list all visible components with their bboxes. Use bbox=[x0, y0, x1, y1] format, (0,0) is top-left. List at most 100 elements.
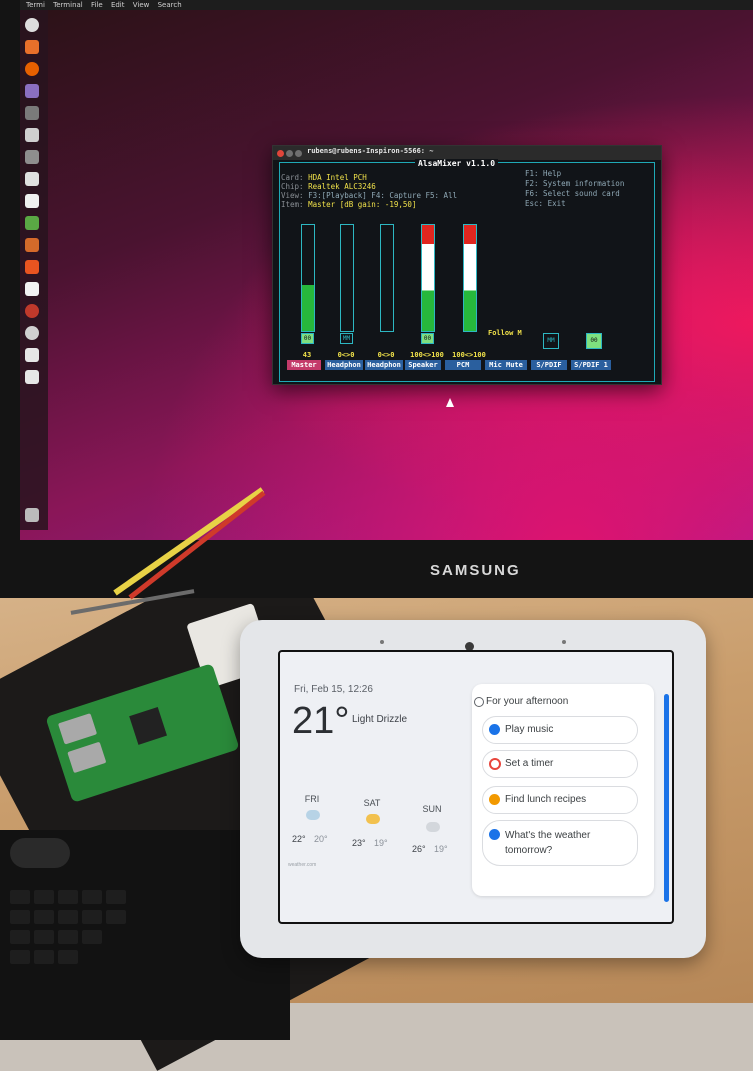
monitor: Termi Terminal File Edit View Search rub… bbox=[0, 0, 753, 598]
cpu-chip bbox=[129, 707, 167, 745]
mute-toggle[interactable]: 00 bbox=[301, 333, 314, 344]
info-value: Master [dB gain: -19,50] bbox=[308, 200, 417, 209]
update-icon[interactable] bbox=[25, 326, 39, 340]
suggestion-chip[interactable]: Find lunch recipes bbox=[482, 786, 638, 814]
minimize-icon[interactable] bbox=[286, 150, 293, 157]
mute-toggle[interactable]: MM bbox=[543, 333, 559, 349]
trash-icon[interactable] bbox=[25, 508, 39, 522]
scrollbar[interactable] bbox=[664, 694, 669, 902]
key[interactable] bbox=[82, 930, 102, 944]
channel-tab[interactable]: Headphon bbox=[325, 360, 363, 370]
key[interactable] bbox=[10, 930, 30, 944]
key[interactable] bbox=[10, 890, 30, 904]
mouse[interactable] bbox=[10, 838, 70, 868]
mixer-info: Card: HDA Intel PCH Chip: Realtek ALC324… bbox=[281, 173, 457, 209]
impress-icon[interactable] bbox=[25, 238, 39, 252]
key[interactable] bbox=[58, 950, 78, 964]
menu-item[interactable]: View bbox=[133, 1, 150, 9]
mute-toggle[interactable]: 00 bbox=[421, 333, 434, 344]
close-icon[interactable] bbox=[277, 150, 284, 157]
document-icon[interactable] bbox=[25, 172, 39, 186]
volume-bar-headphone-2[interactable] bbox=[380, 224, 394, 332]
microphone-icon bbox=[562, 640, 566, 644]
menu-item[interactable]: Terminal bbox=[53, 1, 83, 9]
key-hint: F1: Help bbox=[525, 169, 562, 178]
terminal-icon[interactable] bbox=[25, 128, 39, 142]
dash-icon[interactable] bbox=[25, 18, 39, 32]
drive-icon[interactable] bbox=[25, 370, 39, 384]
key[interactable] bbox=[34, 910, 54, 924]
key[interactable] bbox=[58, 930, 78, 944]
drive-icon[interactable] bbox=[25, 348, 39, 362]
settings-icon[interactable] bbox=[25, 304, 39, 318]
writer-icon[interactable] bbox=[25, 194, 39, 208]
channel-tab[interactable]: S/PDIF bbox=[531, 360, 567, 370]
channel-tab[interactable]: PCM bbox=[445, 360, 481, 370]
info-value: HDA Intel PCH bbox=[308, 173, 367, 182]
weather-condition: Light Drizzle bbox=[352, 714, 408, 725]
forecast-day: SUN bbox=[422, 804, 442, 814]
calc-icon[interactable] bbox=[25, 216, 39, 230]
firefox-icon[interactable] bbox=[25, 62, 39, 76]
monitor-screen: Termi Terminal File Edit View Search rub… bbox=[20, 0, 753, 540]
key[interactable] bbox=[82, 890, 102, 904]
channel-tab[interactable]: S/PDIF 1 bbox=[571, 360, 611, 370]
menu-item[interactable]: Termi bbox=[26, 1, 45, 9]
mute-toggle[interactable]: 00 bbox=[586, 333, 602, 349]
channel-tab[interactable]: Mic Mute bbox=[485, 360, 527, 370]
key[interactable] bbox=[82, 910, 102, 924]
volume-value: 0<>0 bbox=[377, 351, 395, 359]
menu-item[interactable]: Search bbox=[158, 1, 182, 9]
suggestion-chip[interactable]: Play music bbox=[482, 716, 638, 744]
suggestion-chip[interactable]: Set a timer bbox=[482, 750, 638, 778]
amazon-icon[interactable] bbox=[25, 282, 39, 296]
key[interactable] bbox=[58, 890, 78, 904]
forecast-low: 20° bbox=[314, 834, 328, 844]
files-icon[interactable] bbox=[25, 40, 39, 54]
channel-tab[interactable]: Headphon bbox=[365, 360, 403, 370]
compass-icon bbox=[474, 697, 484, 707]
suggestion-label: Find lunch recipes bbox=[505, 794, 587, 805]
info-row: View: F3:[Playback] F4: Capture F5: All bbox=[281, 191, 457, 200]
follow-label: Follow M bbox=[488, 329, 522, 337]
key[interactable] bbox=[10, 910, 30, 924]
camera-icon[interactable] bbox=[25, 150, 39, 164]
channel-tab[interactable]: Speaker bbox=[405, 360, 441, 370]
info-row: Chip: Realtek ALC3246 bbox=[281, 182, 457, 191]
app-launcher bbox=[20, 10, 48, 530]
menu-item[interactable]: Edit bbox=[111, 1, 125, 9]
forecast-high: 22° bbox=[292, 834, 306, 844]
nest-hub-device: Fri, Feb 15, 12:26 21° Light Drizzle FRI… bbox=[240, 620, 706, 958]
webcam-icon[interactable] bbox=[25, 106, 39, 120]
music-app-icon[interactable] bbox=[25, 84, 39, 98]
date-time: Fri, Feb 15, 12:26 bbox=[294, 684, 373, 695]
suggestion-label: Set a timer bbox=[505, 758, 554, 769]
volume-bar-speaker[interactable] bbox=[421, 224, 435, 332]
nest-hub-screen[interactable]: Fri, Feb 15, 12:26 21° Light Drizzle FRI… bbox=[278, 650, 674, 924]
alsamixer-title: AlsaMixer v1.1.0 bbox=[415, 159, 499, 168]
info-label: View: bbox=[281, 191, 304, 200]
terminal-window[interactable]: rubens@rubens-Inspiron-5566: ~ AlsaMixer… bbox=[272, 145, 662, 385]
terminal-title: rubens@rubens-Inspiron-5566: ~ bbox=[307, 147, 434, 155]
key[interactable] bbox=[106, 890, 126, 904]
key[interactable] bbox=[34, 890, 54, 904]
maximize-icon[interactable] bbox=[295, 150, 302, 157]
software-icon[interactable] bbox=[25, 260, 39, 274]
terminal-titlebar[interactable]: rubens@rubens-Inspiron-5566: ~ bbox=[273, 146, 661, 160]
menu-item[interactable]: File bbox=[91, 1, 103, 9]
volume-bar-pcm[interactable] bbox=[463, 224, 477, 332]
key[interactable] bbox=[106, 910, 126, 924]
suggestion-chip[interactable]: What's the weather tomorrow? bbox=[482, 820, 638, 866]
key-hint: F2: System information bbox=[525, 179, 625, 188]
forecast-high: 23° bbox=[352, 838, 366, 848]
usb-port bbox=[67, 741, 107, 774]
key[interactable] bbox=[34, 950, 54, 964]
key[interactable] bbox=[58, 910, 78, 924]
volume-bar-master[interactable] bbox=[301, 224, 315, 332]
key[interactable] bbox=[10, 950, 30, 964]
mute-toggle[interactable]: MM bbox=[340, 333, 353, 344]
channel-tab[interactable]: Master bbox=[287, 360, 321, 370]
forecast-day: SAT bbox=[363, 798, 381, 808]
volume-bar-headphone[interactable] bbox=[340, 224, 354, 332]
key[interactable] bbox=[34, 930, 54, 944]
